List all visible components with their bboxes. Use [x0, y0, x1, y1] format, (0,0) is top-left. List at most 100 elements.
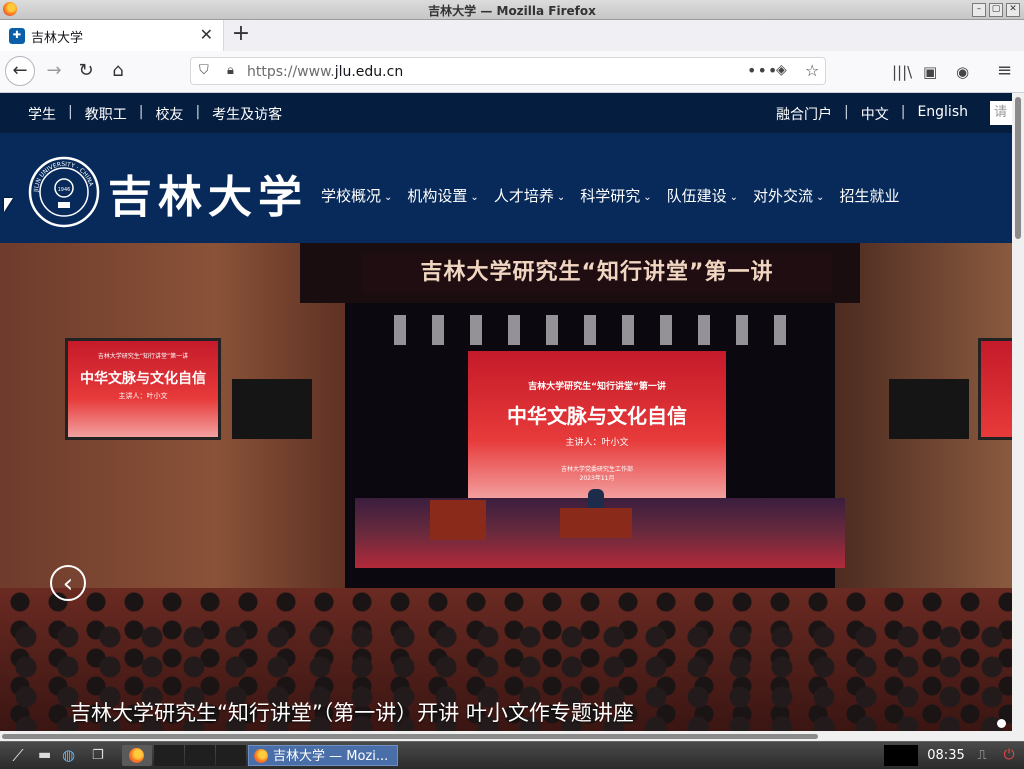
account-icon[interactable]: ◉ — [956, 63, 969, 81]
file-manager-icon[interactable]: ▬ — [38, 745, 58, 766]
nav-about[interactable]: 学校概况 ⌄ — [321, 185, 392, 206]
page-actions-icon[interactable]: ••• — [747, 61, 778, 80]
site-search-input[interactable]: 请 — [990, 101, 1012, 125]
side-screen-subtitle: 吉林大学研究生“知行讲堂”第一讲 — [97, 353, 189, 360]
university-seal-logo[interactable]: 1946 JILIN UNIVERSITY · CHINA — [28, 156, 100, 228]
screen-organizer: 吉林大学党委研究生工作部 — [560, 466, 633, 473]
slide-caption[interactable]: 吉林大学研究生“知行讲堂”（第一讲）开讲 叶小文作专题讲座 — [70, 697, 634, 727]
taskbar-window-firefox[interactable]: 吉林大学 — Mozi... — [248, 745, 398, 766]
forward-button[interactable]: → — [40, 57, 68, 85]
horizontal-scrollbar[interactable] — [0, 731, 1024, 741]
clock[interactable]: 08:35 — [924, 745, 968, 766]
back-button[interactable]: ← — [5, 56, 35, 86]
url-bar[interactable]: ⛉ 🔒︎ https://www.jlu.edu.cn ••• ◈ ☆ — [190, 57, 826, 85]
window-titlebar: 吉林大学 — Mozilla Firefox – ▢ ✕ — [0, 0, 1024, 20]
close-window-button[interactable]: ✕ — [1006, 3, 1020, 17]
side-screen-speaker: 主讲人：叶小文 — [118, 392, 168, 400]
link-visitors[interactable]: 考生及访客 — [212, 104, 282, 124]
scrollbar-thumb[interactable] — [2, 734, 818, 739]
side-screen-left: 吉林大学研究生“知行讲堂”第一讲 中华文脉与文化自信 主讲人：叶小文 — [65, 338, 221, 440]
nav-label: 对外交流 — [753, 187, 814, 205]
tracking-shield-icon[interactable]: ⛉ — [199, 63, 209, 78]
web-page: 学生 | 教职工 | 校友 | 考生及访客 融合门户 | 中文 | Englis… — [0, 93, 1012, 731]
nav-education[interactable]: 人才培养 ⌄ — [494, 185, 565, 206]
separator: | — [195, 104, 201, 120]
nav-label: 招生就业 — [839, 187, 900, 205]
link-english[interactable]: English — [917, 104, 968, 124]
nav-label: 机构设置 — [407, 187, 468, 205]
navigation-toolbar: ← → ↻ ⌂ ⛉ 🔒︎ https://www.jlu.edu.cn ••• … — [0, 51, 1024, 93]
pocket-icon[interactable]: ◈ — [776, 62, 787, 78]
scrollbar-thumb[interactable] — [1015, 97, 1021, 239]
vertical-scrollbar[interactable] — [1012, 93, 1024, 731]
app-menu-icon[interactable]: ≡ — [997, 60, 1012, 81]
power-icon[interactable]: ⏻ — [998, 745, 1020, 766]
separator: | — [900, 104, 906, 120]
screen-date: 2023年11月 — [579, 475, 615, 482]
site-topbar: 学生 | 教职工 | 校友 | 考生及访客 融合门户 | 中文 | Englis… — [0, 93, 1012, 133]
nav-label: 科学研究 — [580, 187, 641, 205]
hero-carousel[interactable]: 吉林大学研究生“知行讲堂”第一讲 吉林大学研究生“知行讲堂”第一讲 中华文脉与文… — [0, 243, 1012, 731]
lectern — [430, 500, 486, 540]
nav-international[interactable]: 对外交流 ⌄ — [753, 185, 824, 206]
sidebar-icon[interactable]: ▣ — [923, 63, 937, 81]
link-portal[interactable]: 融合门户 — [776, 104, 832, 124]
lock-icon[interactable]: 🔒︎ — [227, 63, 234, 78]
nav-label: 队伍建设 — [666, 187, 727, 205]
home-button[interactable]: ⌂ — [104, 57, 132, 85]
desktop-taskbar: ⟋ ▬ ◍ ❐ 吉林大学 — Mozi... 08:35 ⎍ ⏻ — [0, 741, 1024, 769]
browser-launcher-icon[interactable]: ◍ — [62, 745, 84, 766]
stage-banner: 吉林大学研究生“知行讲堂”第一讲 — [362, 253, 832, 293]
workspace-1[interactable] — [154, 745, 184, 766]
nav-admissions[interactable]: 招生就业 — [839, 185, 899, 206]
tab-jlu[interactable]: ✚ 吉林大学 ✕ — [0, 20, 224, 51]
new-tab-button[interactable]: + — [230, 22, 252, 48]
stage-screen: 吉林大学研究生“知行讲堂”第一讲 中华文脉与文化自信 主讲人：叶小文 吉林大学党… — [468, 351, 726, 499]
speaker-panel-left — [232, 379, 312, 439]
separator: | — [138, 104, 144, 120]
network-icon[interactable]: ⎍ — [972, 745, 992, 766]
screen-subtitle: 吉林大学研究生“知行讲堂”第一讲 — [528, 382, 666, 392]
speaker-desk — [560, 508, 632, 538]
link-alumni[interactable]: 校友 — [155, 104, 183, 124]
screen-speaker: 主讲人：叶小文 — [565, 438, 629, 448]
workspace-2[interactable] — [185, 745, 215, 766]
separator: | — [68, 104, 73, 120]
library-icon[interactable]: |||\ — [892, 63, 912, 81]
firefox-icon — [254, 749, 268, 763]
task-label: 吉林大学 — Mozi... — [273, 749, 389, 764]
carousel-dot-active[interactable] — [997, 719, 1006, 728]
nav-label: 学校概况 — [321, 187, 382, 205]
tab-strip: ✚ 吉林大学 ✕ + — [0, 20, 1024, 51]
firefox-launcher[interactable] — [122, 745, 152, 766]
carousel-prev-button[interactable]: ‹ — [50, 565, 86, 601]
link-students[interactable]: 学生 — [28, 104, 56, 124]
chevron-down-icon: ⌄ — [470, 192, 479, 203]
maximize-button[interactable]: ▢ — [989, 3, 1003, 17]
bookmark-star-icon[interactable]: ☆ — [805, 61, 819, 80]
start-menu-icon[interactable]: ⟋ — [4, 745, 32, 766]
link-faculty[interactable]: 教职工 — [85, 104, 127, 124]
link-chinese[interactable]: 中文 — [861, 104, 889, 124]
screen-title: 中华文脉与文化自信 — [507, 404, 687, 428]
minimize-button[interactable]: – — [972, 3, 986, 17]
nav-label: 人才培养 — [493, 187, 554, 205]
university-favicon-icon: ✚ — [9, 28, 25, 44]
audience-links: 学生 | 教职工 | 校友 | 考生及访客 — [28, 104, 282, 124]
reload-button[interactable]: ↻ — [72, 57, 100, 85]
chevron-down-icon: ⌄ — [556, 192, 566, 203]
window-title: 吉林大学 — Mozilla Firefox — [428, 4, 596, 18]
chevron-down-icon: ⌄ — [643, 192, 652, 203]
nav-faculty[interactable]: 队伍建设 ⌄ — [667, 185, 738, 206]
close-tab-icon[interactable]: ✕ — [200, 25, 213, 44]
tray-area — [884, 745, 918, 766]
url-text[interactable]: https://www.jlu.edu.cn — [247, 64, 403, 80]
workspace-3[interactable] — [216, 745, 246, 766]
university-name-logo[interactable]: 吉林大学 — [108, 161, 308, 225]
speaker-figure — [588, 489, 604, 509]
nav-departments[interactable]: 机构设置 ⌄ — [407, 185, 478, 206]
nav-research[interactable]: 科学研究 ⌄ — [580, 185, 651, 206]
show-windows-icon[interactable]: ❐ — [92, 745, 116, 766]
window-controls: – ▢ ✕ — [972, 3, 1020, 17]
mouse-pointer-icon — [4, 198, 13, 212]
